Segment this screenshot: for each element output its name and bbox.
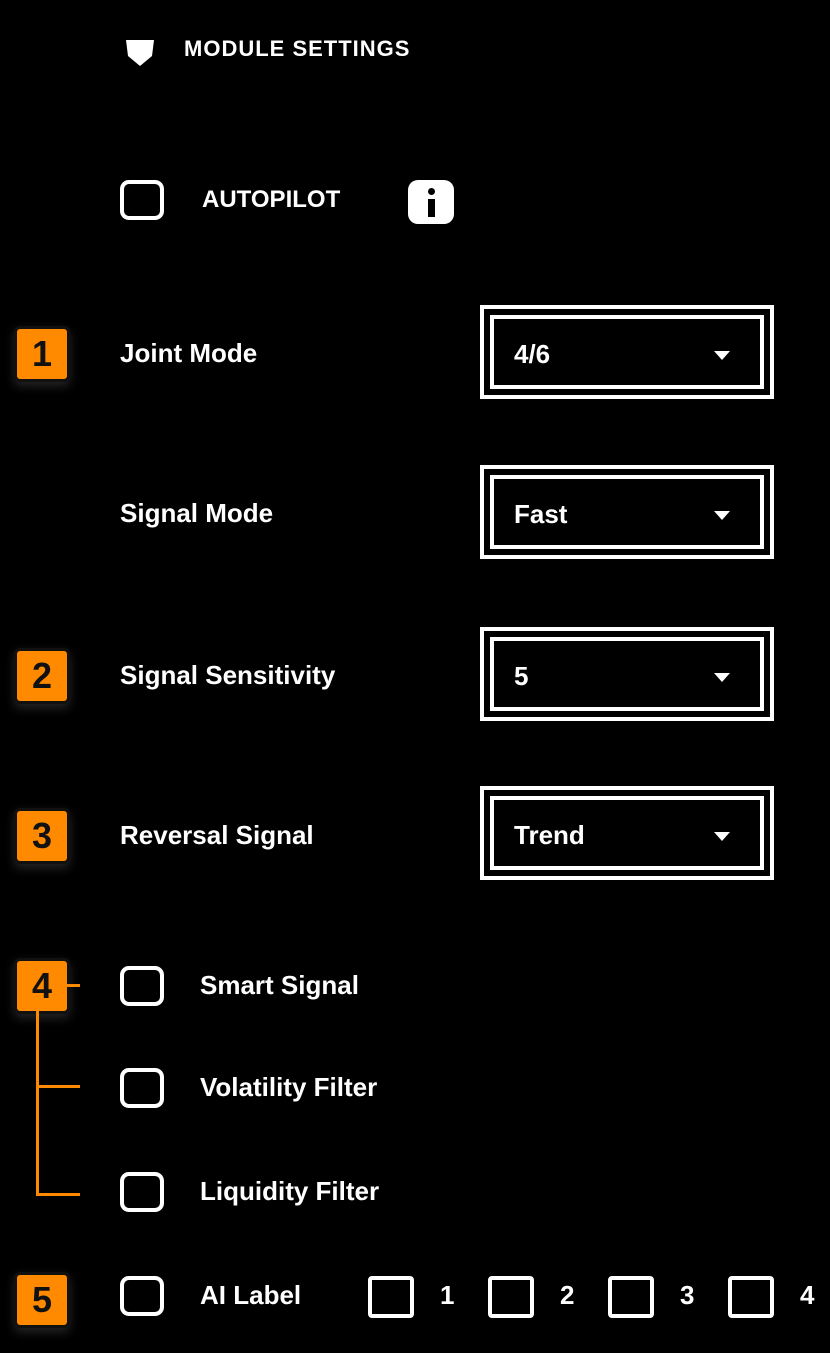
liquidity-filter-label: Liquidity Filter [200, 1176, 380, 1206]
ai-option-2-label: 2 [560, 1280, 575, 1310]
volatility-filter-label: Volatility Filter [200, 1072, 378, 1102]
ai-label-label: AI Label [200, 1280, 302, 1310]
step-badge-4: 4 [14, 958, 70, 1014]
joint-mode-label: Joint Mode [120, 338, 258, 368]
group-connector [36, 1085, 80, 1088]
autopilot-checkbox[interactable] [120, 180, 164, 220]
ai-option-3-checkbox[interactable] [608, 1276, 654, 1318]
reversal-signal-value: Trend [514, 820, 585, 850]
ai-option-1-checkbox[interactable] [368, 1276, 414, 1318]
signal-sensitivity-value: 5 [514, 661, 529, 691]
step-badge-1: 1 [14, 326, 70, 382]
step-badge-3: 3 [14, 808, 70, 864]
smart-signal-checkbox[interactable] [120, 966, 164, 1006]
group-connector [36, 1193, 80, 1196]
logo-icon [126, 40, 154, 66]
joint-mode-select[interactable]: 4/6 [480, 305, 774, 399]
ai-option-4-label: 4 [800, 1280, 815, 1310]
volatility-filter-checkbox[interactable] [120, 1068, 164, 1108]
chevron-down-icon [714, 511, 730, 520]
smart-signal-label: Smart Signal [200, 970, 359, 1000]
signal-mode-label: Signal Mode [120, 498, 274, 528]
reversal-signal-select[interactable]: Trend [480, 786, 774, 880]
group-connector [66, 984, 80, 987]
group-connector [36, 1010, 39, 1196]
ai-label-checkbox[interactable] [120, 1276, 164, 1316]
reversal-signal-label: Reversal Signal [120, 820, 314, 850]
signal-sensitivity-label: Signal Sensitivity [120, 660, 336, 690]
step-badge-2: 2 [14, 648, 70, 704]
signal-mode-value: Fast [514, 499, 568, 529]
chevron-down-icon [714, 351, 730, 360]
joint-mode-value: 4/6 [514, 339, 551, 369]
step-badge-5: 5 [14, 1272, 70, 1328]
autopilot-label: AUTOPILOT [202, 186, 341, 213]
chevron-down-icon [714, 832, 730, 841]
module-title: MODULE SETTINGS [184, 36, 411, 61]
ai-option-2-checkbox[interactable] [488, 1276, 534, 1318]
signal-sensitivity-select[interactable]: 5 [480, 627, 774, 721]
info-icon[interactable] [408, 180, 454, 224]
liquidity-filter-checkbox[interactable] [120, 1172, 164, 1212]
ai-option-4-checkbox[interactable] [728, 1276, 774, 1318]
ai-option-1-label: 1 [440, 1280, 455, 1310]
chevron-down-icon [714, 673, 730, 682]
ai-option-3-label: 3 [680, 1280, 695, 1310]
signal-mode-select[interactable]: Fast [480, 465, 774, 559]
